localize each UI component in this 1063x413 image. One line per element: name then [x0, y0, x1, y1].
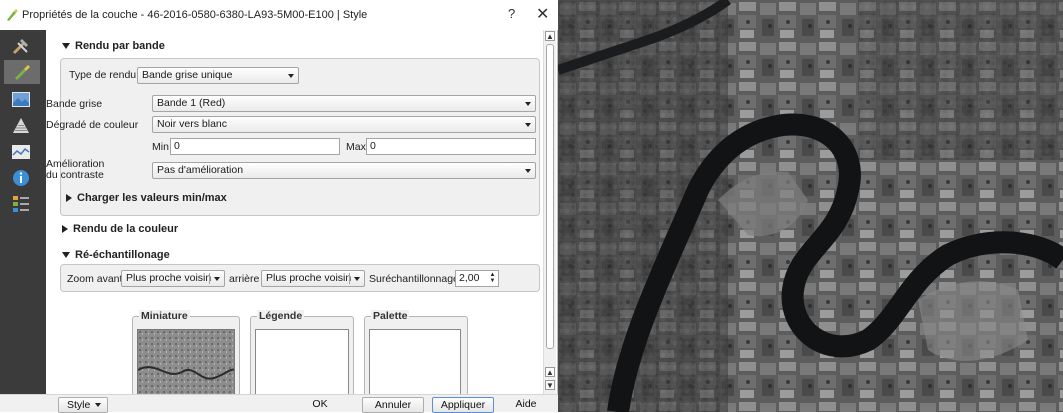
scroll-down-icon[interactable]: ▼	[545, 380, 555, 390]
close-button[interactable]: ✕	[536, 4, 549, 24]
gray-band-value: Bande 1 (Red)	[157, 97, 226, 109]
cancel-button[interactable]: Annuler	[362, 397, 424, 413]
legend-box: Légende	[250, 310, 354, 394]
oversampling-value: 2,00	[459, 272, 480, 284]
min-label: Min	[152, 141, 169, 153]
dialog-footer: Style OK Annuler Appliquer Aide	[0, 394, 558, 413]
info-icon	[13, 170, 29, 186]
zoom-in-combo[interactable]: Plus proche voisin	[121, 270, 225, 287]
gradient-value: Noir vers blanc	[157, 118, 228, 130]
expand-right-icon	[66, 194, 72, 202]
thumbnail-label: Miniature	[139, 310, 190, 322]
section-render-band[interactable]: Rendu par bande	[62, 40, 165, 52]
zoom-in-value: Plus proche voisin	[126, 272, 212, 284]
contrast-combo[interactable]: Pas d'amélioration	[152, 162, 536, 179]
layer-properties-dialog: Propriétés de la couche - 46-2016-0580-6…	[0, 0, 558, 413]
style-menu-button[interactable]: Style	[58, 397, 108, 413]
zoom-in-label: Zoom avant	[67, 273, 123, 285]
style-brush-icon	[15, 65, 30, 80]
histogram-icon	[12, 145, 30, 159]
min-input[interactable]: 0	[170, 138, 340, 155]
render-type-label: Type de rendu	[69, 69, 137, 81]
section-render-band-title: Rendu par bande	[75, 40, 165, 52]
zoom-out-combo[interactable]: Plus proche voisin	[261, 270, 365, 287]
expand-right-icon	[62, 225, 68, 233]
contrast-label-line2: du contraste	[46, 169, 104, 181]
expand-down-icon	[62, 252, 70, 258]
style-menu-label: Style	[67, 399, 91, 411]
chevron-down-icon	[288, 74, 294, 78]
contrast-label: Amélioration du contraste	[46, 159, 104, 181]
contrast-value: Pas d'amélioration	[157, 164, 244, 176]
chevron-down-icon	[525, 123, 531, 127]
section-resampling-title: Ré-échantillonage	[75, 249, 170, 261]
apply-button[interactable]: Appliquer	[432, 397, 494, 413]
tab-histogram[interactable]	[8, 140, 34, 164]
window-title: Propriétés de la couche - 46-2016-0580-6…	[22, 9, 368, 21]
legend-preview	[255, 329, 349, 394]
gray-band-label: Bande grise	[46, 98, 103, 110]
help-title-button[interactable]: ?	[508, 6, 515, 21]
spin-arrows-icon[interactable]: ▲ ▼	[488, 272, 497, 285]
tab-general[interactable]	[8, 34, 34, 58]
tab-pyramids[interactable]	[8, 114, 34, 138]
thumbnail-image	[137, 329, 235, 394]
chevron-down-icon	[525, 102, 531, 106]
chevron-down-icon	[354, 277, 360, 281]
load-minmax-toggle[interactable]: Charger les valeurs min/max	[66, 192, 227, 204]
vertical-scrollbar[interactable]: ▲ ▲ ▼	[543, 30, 556, 394]
map-canvas[interactable]	[558, 0, 1063, 412]
palette-box: Palette	[364, 310, 468, 394]
qgis-style-icon	[7, 9, 18, 21]
render-type-value: Bande grise unique	[142, 69, 233, 81]
gradient-label: Dégradé de couleur	[46, 119, 139, 131]
aerial-map-image	[558, 0, 1063, 412]
gradient-combo[interactable]: Noir vers blanc	[152, 116, 536, 133]
expand-down-icon	[62, 43, 70, 49]
oversampling-spinbox[interactable]: 2,00 ▲ ▼	[455, 270, 499, 287]
transparency-icon	[12, 92, 30, 107]
section-resampling[interactable]: Ré-échantillonage	[62, 249, 170, 261]
oversampling-label: Suréchantillonnage	[369, 273, 459, 285]
section-color-render-title: Rendu de la couleur	[73, 223, 179, 235]
tools-icon	[12, 39, 28, 55]
style-panel-content: Rendu par bande Type de rendu Bande gris…	[46, 30, 543, 394]
max-label: Max	[346, 141, 366, 153]
legend-label: Légende	[257, 310, 305, 322]
zoom-out-value: Plus proche voisin	[266, 272, 352, 284]
scroll-thumb[interactable]	[546, 44, 554, 349]
pyramids-icon	[13, 118, 29, 133]
side-tab-bar	[0, 30, 46, 412]
tab-style[interactable]	[4, 60, 40, 84]
gray-band-combo[interactable]: Bande 1 (Red)	[152, 95, 536, 112]
zoom-out-label: arrière	[229, 273, 260, 285]
chevron-down-icon	[214, 277, 220, 281]
render-type-combo[interactable]: Bande grise unique	[137, 67, 299, 84]
load-minmax-label: Charger les valeurs min/max	[77, 192, 227, 204]
help-button[interactable]: Aide	[498, 397, 554, 413]
palette-label: Palette	[371, 310, 410, 322]
max-input[interactable]: 0	[366, 138, 536, 155]
tab-metadata[interactable]	[8, 166, 34, 190]
scroll-up-icon[interactable]: ▲	[545, 367, 555, 377]
section-color-render[interactable]: Rendu de la couleur	[62, 223, 178, 235]
chevron-down-icon	[525, 169, 531, 173]
tab-transparency[interactable]	[8, 88, 34, 112]
title-bar: Propriétés de la couche - 46-2016-0580-6…	[0, 0, 558, 30]
tab-legend[interactable]	[8, 192, 34, 216]
thumbnail-box: Miniature	[132, 310, 240, 394]
legend-icon	[13, 196, 29, 212]
thumbnail-map-image	[138, 330, 234, 394]
resampling-group: Zoom avant Plus proche voisin arrière Pl…	[60, 264, 540, 292]
ok-button[interactable]: OK	[288, 397, 352, 413]
scroll-up-icon[interactable]: ▲	[545, 31, 555, 41]
chevron-down-icon	[95, 403, 101, 407]
palette-preview	[369, 329, 461, 394]
